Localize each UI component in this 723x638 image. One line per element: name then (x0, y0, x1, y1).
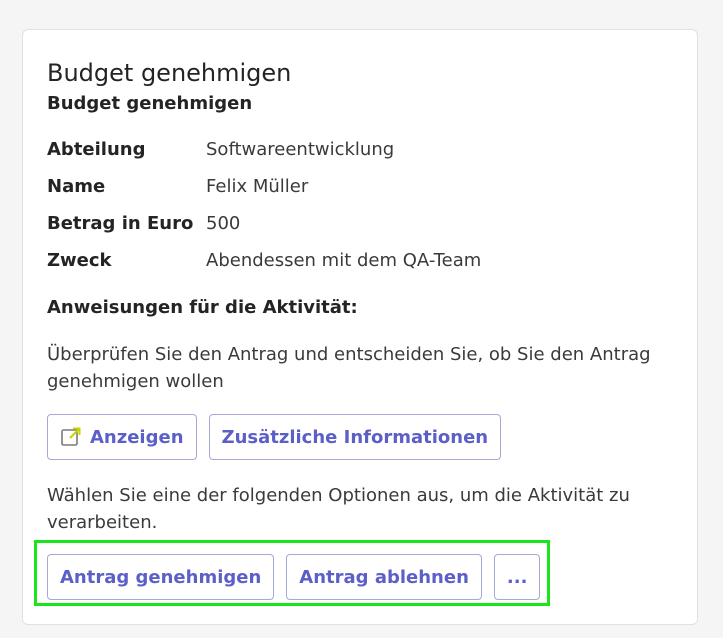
fact-value: Felix Müller (206, 176, 309, 197)
approve-request-label: Antrag genehmigen (60, 566, 262, 588)
top-action-set: Anzeigen Zusätzliche Informationen (47, 414, 502, 460)
fact-value: Softwareentwicklung (206, 139, 395, 160)
reject-request-label: Antrag ablehnen (299, 566, 469, 588)
approve-request-button[interactable]: Antrag genehmigen (47, 554, 275, 600)
adaptive-card: Budget genehmigen Budget genehmigen Abte… (22, 29, 698, 625)
fact-key: Name (47, 176, 106, 197)
fact-key: Zweck (47, 250, 112, 271)
more-info-button[interactable]: Zusätzliche Informationen (208, 414, 502, 460)
card-subtitle: Budget genehmigen (47, 93, 253, 114)
choose-option-text: Wählen Sie eine der folgenden Optionen a… (47, 485, 630, 533)
fact-value: Abendessen mit dem QA-Team (206, 250, 482, 271)
more-info-button-label: Zusätzliche Informationen (221, 426, 489, 448)
instructions-heading: Anweisungen für die Aktivität: (47, 297, 358, 318)
reject-request-button[interactable]: Antrag ablehnen (286, 554, 482, 600)
fact-value: 500 (206, 213, 241, 234)
fact-key: Betrag in Euro (47, 213, 194, 234)
bottom-action-set: Antrag genehmigen Antrag ablehnen ... (47, 554, 541, 600)
instructions-text: Überprüfen Sie den Antrag und entscheide… (47, 344, 651, 392)
more-options-button[interactable]: ... (493, 554, 541, 600)
more-options-label: ... (506, 566, 528, 588)
open-external-icon (60, 426, 82, 448)
fact-key: Abteilung (47, 139, 146, 160)
view-button-label: Anzeigen (90, 426, 184, 448)
view-button[interactable]: Anzeigen (47, 414, 197, 460)
card-title: Budget genehmigen (47, 59, 292, 87)
